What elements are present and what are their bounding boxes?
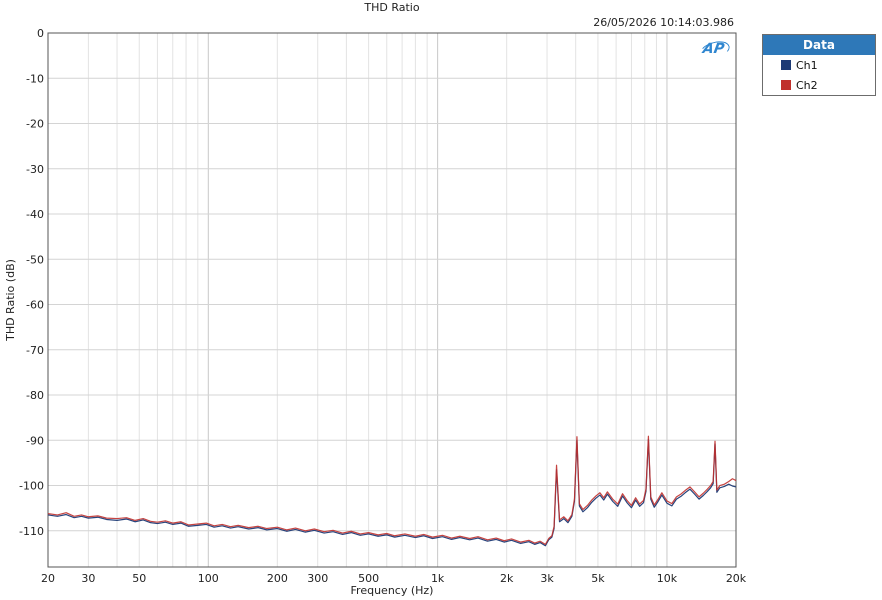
x-tick-label: 50	[132, 572, 146, 585]
series-layer	[47, 435, 737, 547]
legend-item-ch1[interactable]: Ch1	[763, 55, 875, 75]
y-tick-label: -100	[19, 480, 44, 493]
x-tick-label: 20k	[726, 572, 747, 585]
legend-swatch-ch1	[781, 60, 791, 70]
x-tick-label: 100	[198, 572, 219, 585]
x-tick-label: 3k	[540, 572, 554, 585]
y-tick-label: -30	[26, 163, 44, 176]
x-tick-label: 10k	[657, 572, 678, 585]
x-tick-label: 200	[267, 572, 288, 585]
chart-timestamp: 26/05/2026 10:14:03.986	[593, 16, 734, 29]
chart-title: THD Ratio	[363, 1, 419, 14]
x-tick-label: 300	[307, 572, 328, 585]
y-axis-ticks: 0 -10 -20 -30 -40 -50 -60 -70 -80 -90 -100 -110	[19, 27, 44, 538]
series-line-ch2	[47, 435, 737, 545]
plot-area[interactable]	[47, 32, 737, 568]
y-tick-label: -40	[26, 208, 44, 221]
y-axis-label: THD Ratio (dB)	[4, 259, 17, 342]
legend-label-ch2: Ch2	[796, 78, 818, 92]
y-tick-label: -110	[19, 525, 44, 538]
y-tick-label: -80	[26, 389, 44, 402]
y-tick-label: -20	[26, 118, 44, 131]
legend-panel: Data Ch1 Ch2	[762, 34, 876, 96]
y-tick-label: -60	[26, 299, 44, 312]
legend-item-ch2[interactable]: Ch2	[763, 75, 875, 95]
series-line-ch1	[47, 438, 737, 547]
y-tick-label: 0	[37, 27, 44, 40]
x-tick-label: 20	[41, 572, 55, 585]
ap-logo-text: AP	[702, 41, 726, 57]
x-tick-label: 2k	[500, 572, 514, 585]
x-tick-label: 5k	[591, 572, 605, 585]
legend-label-ch1: Ch1	[796, 58, 818, 72]
y-tick-label: -70	[26, 344, 44, 357]
ap-logo-icon: AP	[698, 38, 732, 62]
x-axis-label: Frequency (Hz)	[351, 584, 434, 597]
y-tick-label: -10	[26, 72, 44, 85]
legend-header: Data	[763, 35, 875, 55]
grid-lines	[47, 33, 737, 567]
y-tick-label: -50	[26, 253, 44, 266]
x-tick-label: 30	[81, 572, 95, 585]
y-tick-label: -90	[26, 434, 44, 447]
legend-swatch-ch2	[781, 80, 791, 90]
thd-chart: THD Ratio 26/05/2026 10:14:03.986 0 -10 -2…	[4, 1, 747, 597]
